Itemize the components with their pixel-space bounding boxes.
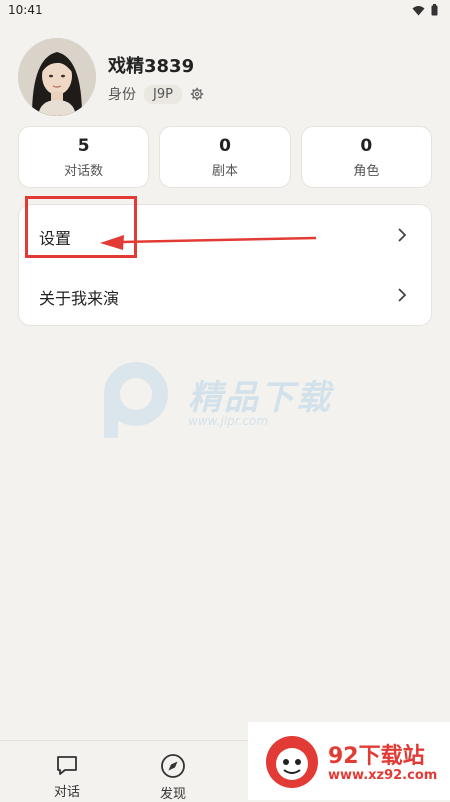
stat-label: 对话数 (64, 164, 104, 179)
highlight-box (25, 196, 137, 258)
watermark-url: www.jlpr.com (188, 414, 269, 428)
identity-label: 身份 (108, 87, 136, 103)
stat-card-characters[interactable]: 0 角色 (300, 126, 432, 188)
compass-icon (161, 754, 185, 778)
battery-icon (431, 4, 438, 16)
stat-card-conversations[interactable]: 5 对话数 (18, 126, 150, 188)
avatar[interactable] (18, 38, 96, 116)
stat-label: 角色 (353, 164, 380, 179)
profile-header: 戏精3839 身份 J9P (18, 38, 438, 118)
identity-badge: J9P (144, 84, 182, 104)
ad-title: 92下载站 (328, 744, 425, 769)
nav-label: 发现 (159, 787, 186, 802)
ad-logo: 92下载站 www.xz92.com (248, 722, 450, 800)
stat-card-scripts[interactable]: 0 剧本 (159, 126, 291, 188)
chevron-right-icon (398, 228, 407, 242)
mascot-logo-icon (266, 736, 318, 788)
stat-label: 剧本 (211, 164, 238, 179)
identity-row: 身份 J9P (108, 84, 204, 104)
nav-item-chat[interactable]: 对话 (37, 753, 97, 800)
ad-url: www.xz92.com (328, 768, 438, 783)
nav-label: 对话 (53, 785, 80, 800)
chevron-right-icon (398, 288, 407, 302)
gear-icon[interactable] (190, 87, 204, 101)
stat-value: 5 (77, 136, 90, 156)
nav-item-discover[interactable]: 发现 (143, 753, 203, 802)
status-bar: 10:41 (0, 0, 450, 22)
status-icons (412, 4, 438, 16)
menu-item-about[interactable]: 关于我来演 (19, 265, 431, 325)
menu-item-label: 关于我来演 (39, 289, 120, 308)
stats-row: 5 对话数 0 剧本 0 角色 (18, 126, 432, 188)
watermark-logo-icon (104, 362, 168, 438)
watermark-text: 精品下载 (188, 378, 332, 418)
stat-value: 0 (219, 136, 231, 156)
wifi-icon (412, 5, 425, 15)
watermark: 精品下载 www.jlpr.com (96, 356, 356, 446)
chat-bubble-icon (57, 756, 77, 775)
stat-value: 0 (360, 136, 373, 156)
status-time: 10:41 (8, 3, 43, 17)
username: 戏精3839 (108, 56, 195, 77)
